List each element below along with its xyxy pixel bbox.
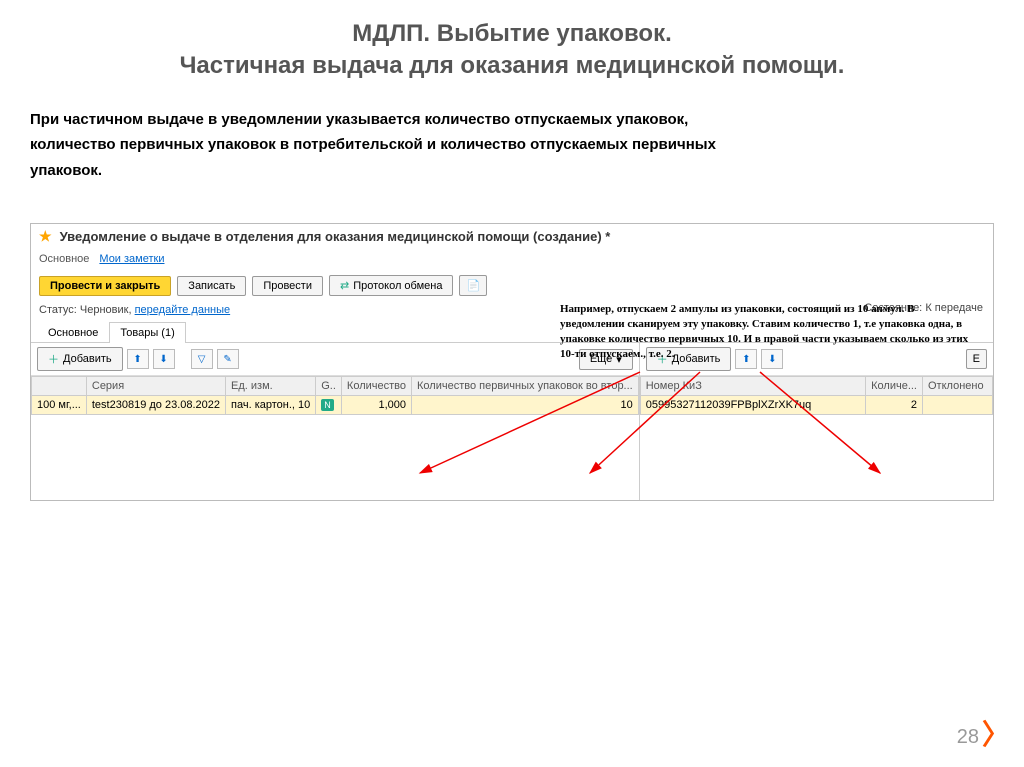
filter-button[interactable]: ▽ [191, 349, 213, 369]
n-badge: N [321, 399, 334, 411]
left-col-unit[interactable]: Ед. изм. [226, 377, 316, 396]
post-button[interactable]: Провести [252, 276, 323, 296]
left-col-1[interactable] [32, 377, 87, 396]
report-button[interactable]: 📄 [459, 275, 487, 296]
left-col-primary-qty[interactable]: Количество первичных упаковок во втор... [412, 377, 639, 396]
protocol-button[interactable]: ⇄ Протокол обмена [329, 275, 454, 296]
nav-links: Основное Мои заметки [31, 249, 993, 269]
main-toolbar: Провести и закрыть Записать Провести ⇄ П… [31, 269, 993, 302]
right-table: Номер КиЗ Количе... Отклонено 0599532711… [640, 376, 993, 415]
nav-notes[interactable]: Мои заметки [99, 253, 164, 265]
slide-description: При частичном выдаче в уведомлении указы… [30, 107, 750, 184]
left-col-qty[interactable]: Количество [341, 377, 411, 396]
search-button[interactable]: ✎ [217, 349, 239, 369]
window-titlebar: ★ Уведомление о выдаче в отделения для о… [31, 224, 993, 249]
right-pane: ＋ Добавить ⬆ ⬇ Е Номер КиЗ Коли [640, 343, 993, 500]
right-col-qty[interactable]: Количе... [866, 377, 923, 396]
move-down-button[interactable]: ⬇ [153, 349, 175, 369]
report-icon: 📄 [466, 279, 480, 292]
post-close-button[interactable]: Провести и закрыть [39, 276, 171, 296]
move-up-button[interactable]: ⬆ [127, 349, 149, 369]
tab-goods[interactable]: Товары (1) [109, 322, 185, 343]
add-button-left[interactable]: ＋ Добавить [37, 347, 123, 371]
left-pane: ＋ Добавить ⬆ ⬇ ▽ ✎ Еще ▾ [31, 343, 640, 500]
table-row[interactable]: 05995327112039FPBplXZrXK7uq 2 [640, 396, 992, 415]
right-col-kiz[interactable]: Номер КиЗ [640, 377, 865, 396]
status-link[interactable]: передайте данные [135, 304, 231, 316]
left-col-g[interactable]: G.. [316, 377, 342, 396]
left-col-series[interactable]: Серия [86, 377, 225, 396]
app-window: ★ Уведомление о выдаче в отделения для о… [30, 223, 994, 501]
exchange-icon: ⇄ [340, 279, 349, 292]
left-table: Серия Ед. изм. G.. Количество Количество… [31, 376, 639, 415]
plus-icon: ＋ [48, 351, 59, 367]
nav-main[interactable]: Основное [39, 253, 89, 265]
annotation-text: Например, отпускаем 2 ампулы из упаковки… [560, 302, 980, 361]
right-col-rejected[interactable]: Отклонено [923, 377, 993, 396]
window-title: Уведомление о выдаче в отделения для ока… [60, 229, 611, 244]
slide-title: МДЛП. Выбытие упаковок. Частичная выдача… [30, 18, 994, 83]
table-row[interactable]: 100 мг,... test230819 до 23.08.2022 пач.… [32, 396, 639, 415]
chevron-right-icon: 〉 [982, 713, 1010, 753]
save-button[interactable]: Записать [177, 276, 246, 296]
star-icon: ★ [39, 228, 52, 245]
tab-main[interactable]: Основное [37, 322, 109, 343]
page-number: 28 [957, 726, 979, 749]
